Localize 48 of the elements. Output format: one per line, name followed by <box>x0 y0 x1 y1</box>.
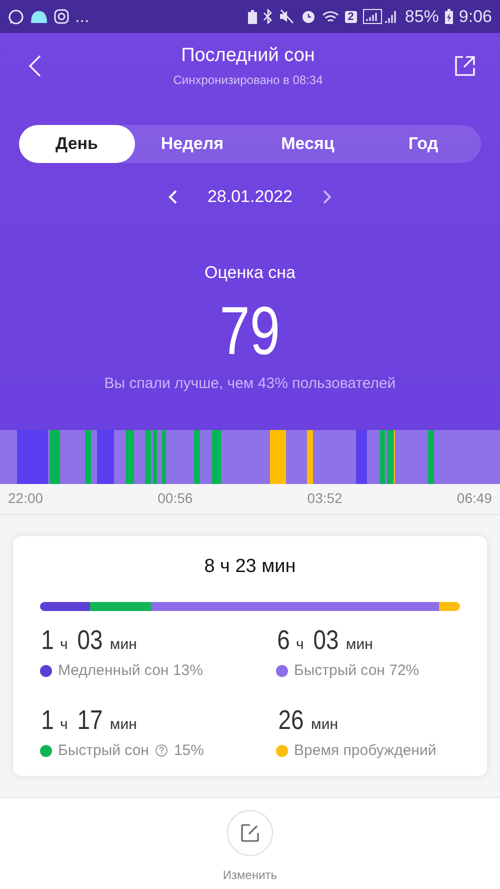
time-axis-label: 03:52 <box>307 490 342 506</box>
page-title: Последний сон <box>181 45 315 67</box>
stage-duration: 1 ч 17 мин <box>40 705 138 736</box>
battery-saver-icon <box>248 10 257 24</box>
more-notifications: ... <box>75 6 90 26</box>
chat-icon <box>8 8 24 24</box>
chevron-left-icon <box>168 190 178 204</box>
wifi-icon <box>322 10 339 24</box>
battery-percent: 85% <box>404 6 439 26</box>
next-day-button[interactable] <box>320 188 334 206</box>
clock-time: 9:06 <box>458 6 492 26</box>
stage-label: Быстрый сон <box>58 742 149 759</box>
stage-duration: 1 ч 03 мин <box>40 625 138 656</box>
edit-button[interactable] <box>227 810 273 856</box>
time-axis-label: 22:00 <box>8 490 44 506</box>
blob-icon <box>30 10 48 24</box>
camera-icon <box>54 9 69 24</box>
date-label: 28.01.2022 <box>207 187 293 207</box>
bluetooth-icon <box>262 9 273 24</box>
alarm-icon <box>300 9 316 24</box>
edit-label: Изменить <box>222 868 278 882</box>
period-tab[interactable]: Год <box>366 125 481 163</box>
stage-percent: 15% <box>174 742 204 759</box>
sleep-score: 79 <box>220 292 280 371</box>
score-comparison: Вы спали лучше, чем 43% пользователей <box>104 375 396 392</box>
score-label: Оценка сна <box>204 263 296 283</box>
share-icon <box>454 55 476 77</box>
time-axis-label: 06:49 <box>456 490 492 506</box>
period-tab[interactable]: День <box>19 125 134 163</box>
edit-icon <box>240 823 260 843</box>
signal-icon <box>362 9 399 24</box>
stage-label: Время пробуждений <box>294 742 436 759</box>
stage-label: Быстрый сон 72% <box>294 662 420 679</box>
help-icon[interactable] <box>154 744 168 757</box>
stage-label: Медленный сон 13% <box>58 662 203 679</box>
back-chevron-icon <box>28 54 42 78</box>
battery-charging-icon <box>444 9 453 24</box>
stage-duration: 6 ч 03 мин <box>276 625 374 656</box>
period-tab[interactable]: Неделя <box>134 125 250 163</box>
previous-day-button[interactable] <box>166 188 180 206</box>
stage-duration: 26 мин <box>277 705 340 736</box>
chevron-right-icon <box>322 190 332 204</box>
mute-icon <box>278 9 295 24</box>
sync-time: Синхронизировано в 08:34 <box>173 73 323 87</box>
time-axis-label: 00:56 <box>158 490 193 506</box>
period-tab[interactable]: Месяц <box>250 125 366 163</box>
total-sleep: 8 ч 23 мин <box>203 556 297 578</box>
sim-badge: 2 <box>344 10 357 22</box>
